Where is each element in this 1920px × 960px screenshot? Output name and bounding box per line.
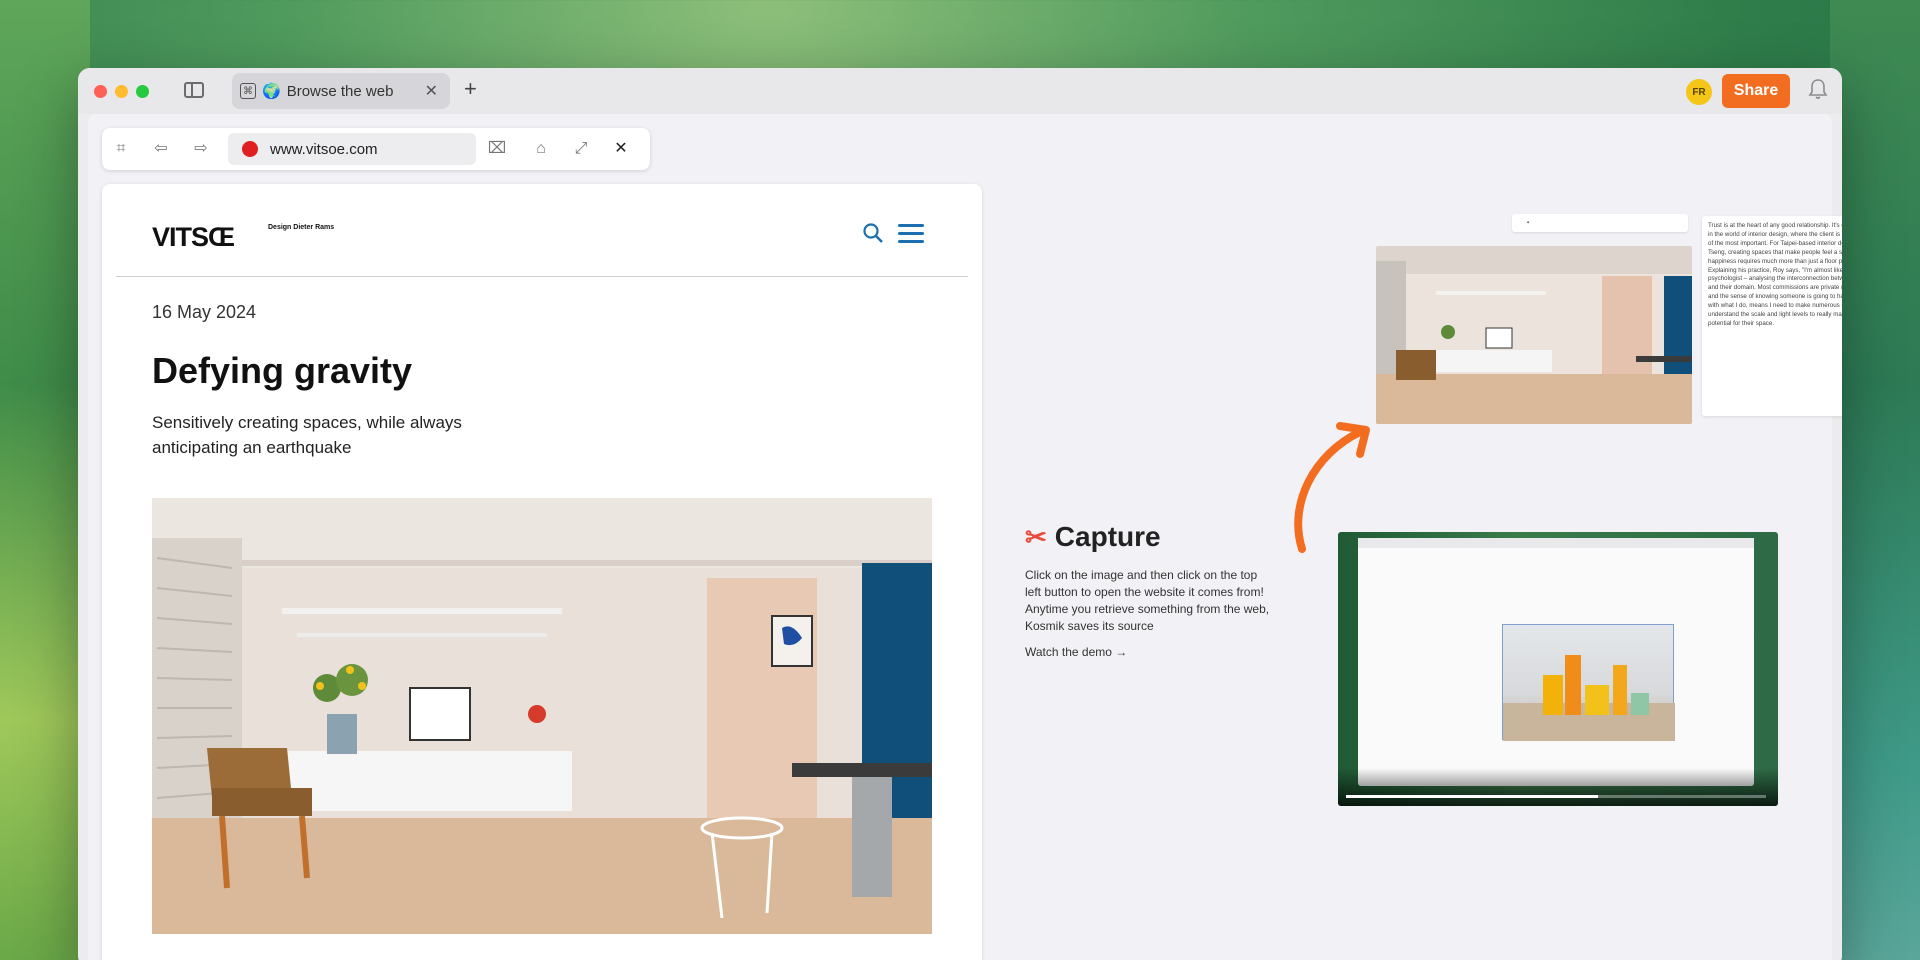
video-progress-bar[interactable]	[1346, 795, 1766, 798]
tab-browse-the-web[interactable]: ⌘ 🌍 Browse the web ✕	[232, 73, 450, 109]
article-subtitle: Sensitively creating spaces, while alway…	[152, 413, 462, 457]
expand-icon[interactable]: ⤢	[570, 138, 592, 160]
back-icon[interactable]: ⇦	[150, 138, 172, 160]
bookmark-icon[interactable]: ⌧	[486, 138, 508, 160]
browser-toolbar: ⌗ ⇦ ⇨ www.vitsoe.com ⌧ ⌂ ⤢ ✕	[102, 128, 650, 170]
capture-heading: ✂ Capture	[1025, 521, 1161, 553]
notification-bell-icon[interactable]	[1808, 78, 1828, 102]
globe-icon: 🌍	[262, 83, 281, 100]
url-text: www.vitsoe.com	[270, 140, 378, 158]
logo-tagline: Design Dieter Rams	[268, 224, 335, 231]
zoom-window-button[interactable]	[136, 85, 149, 98]
hamburger-menu-icon[interactable]	[898, 224, 924, 244]
desktop-wallpaper-right	[1830, 0, 1920, 960]
site-logo[interactable]: VITSŒ	[152, 222, 235, 253]
url-field[interactable]: www.vitsoe.com	[228, 133, 476, 165]
video-controls	[1338, 768, 1778, 806]
captured-image-card[interactable]	[1376, 246, 1692, 424]
source-chip[interactable]: ✦	[1512, 214, 1688, 232]
close-window-button[interactable]	[94, 85, 107, 98]
watch-demo-link[interactable]: Watch the demo →	[1025, 645, 1127, 659]
forward-icon[interactable]: ⇨	[190, 138, 212, 160]
demo-video-player[interactable]	[1338, 532, 1778, 806]
captured-text-card[interactable]: Trust is at the heart of any good relati…	[1702, 216, 1842, 416]
avatar[interactable]: FR	[1686, 79, 1712, 105]
minimize-window-button[interactable]	[115, 85, 128, 98]
tab-close-icon[interactable]: ✕	[425, 81, 438, 101]
workspace-canvas[interactable]: ⌗ ⇦ ⇨ www.vitsoe.com ⌧ ⌂ ⤢ ✕ VITSŒ Desig…	[88, 114, 1842, 960]
new-tab-button[interactable]: +	[464, 76, 477, 102]
desktop-wallpaper-left	[0, 0, 90, 960]
capture-note[interactable]: ✂ Capture Click on the image and then cl…	[995, 507, 1269, 737]
site-favicon-icon	[242, 141, 258, 157]
tag-icon[interactable]: ⌂	[530, 138, 552, 160]
article-date: 16 May 2024	[152, 302, 257, 322]
sidebar-toggle-icon[interactable]	[184, 82, 204, 98]
title-bar: ⌘ 🌍 Browse the web ✕ + FR Share	[78, 68, 1842, 114]
search-icon[interactable]	[862, 222, 883, 243]
web-page[interactable]: VITSŒ Design Dieter Rams 16 May 2024 Def…	[102, 184, 982, 960]
capture-icon[interactable]: ⌗	[110, 138, 132, 160]
capture-description: Click on the image and then click on the…	[1025, 568, 1270, 633]
app-window: ⌘ 🌍 Browse the web ✕ + FR Share ⌗ ⇦ ⇨ ww…	[78, 68, 1842, 960]
capture-title: Capture	[1054, 521, 1161, 552]
article-hero-image[interactable]	[152, 498, 932, 934]
source-chip-icon: ✦	[1526, 220, 1531, 226]
video-preview-image	[1502, 624, 1675, 741]
close-icon[interactable]: ✕	[610, 138, 632, 160]
tab-title: Browse the web	[286, 82, 394, 100]
scissors-icon: ✂	[1025, 521, 1047, 552]
share-button[interactable]: Share	[1722, 74, 1790, 108]
tab-favicon-icon: ⌘	[240, 83, 256, 99]
article-title: Defying gravity	[152, 350, 413, 391]
header-divider	[116, 276, 968, 277]
video-frame-bar	[1358, 538, 1754, 548]
video-frame	[1358, 538, 1754, 786]
